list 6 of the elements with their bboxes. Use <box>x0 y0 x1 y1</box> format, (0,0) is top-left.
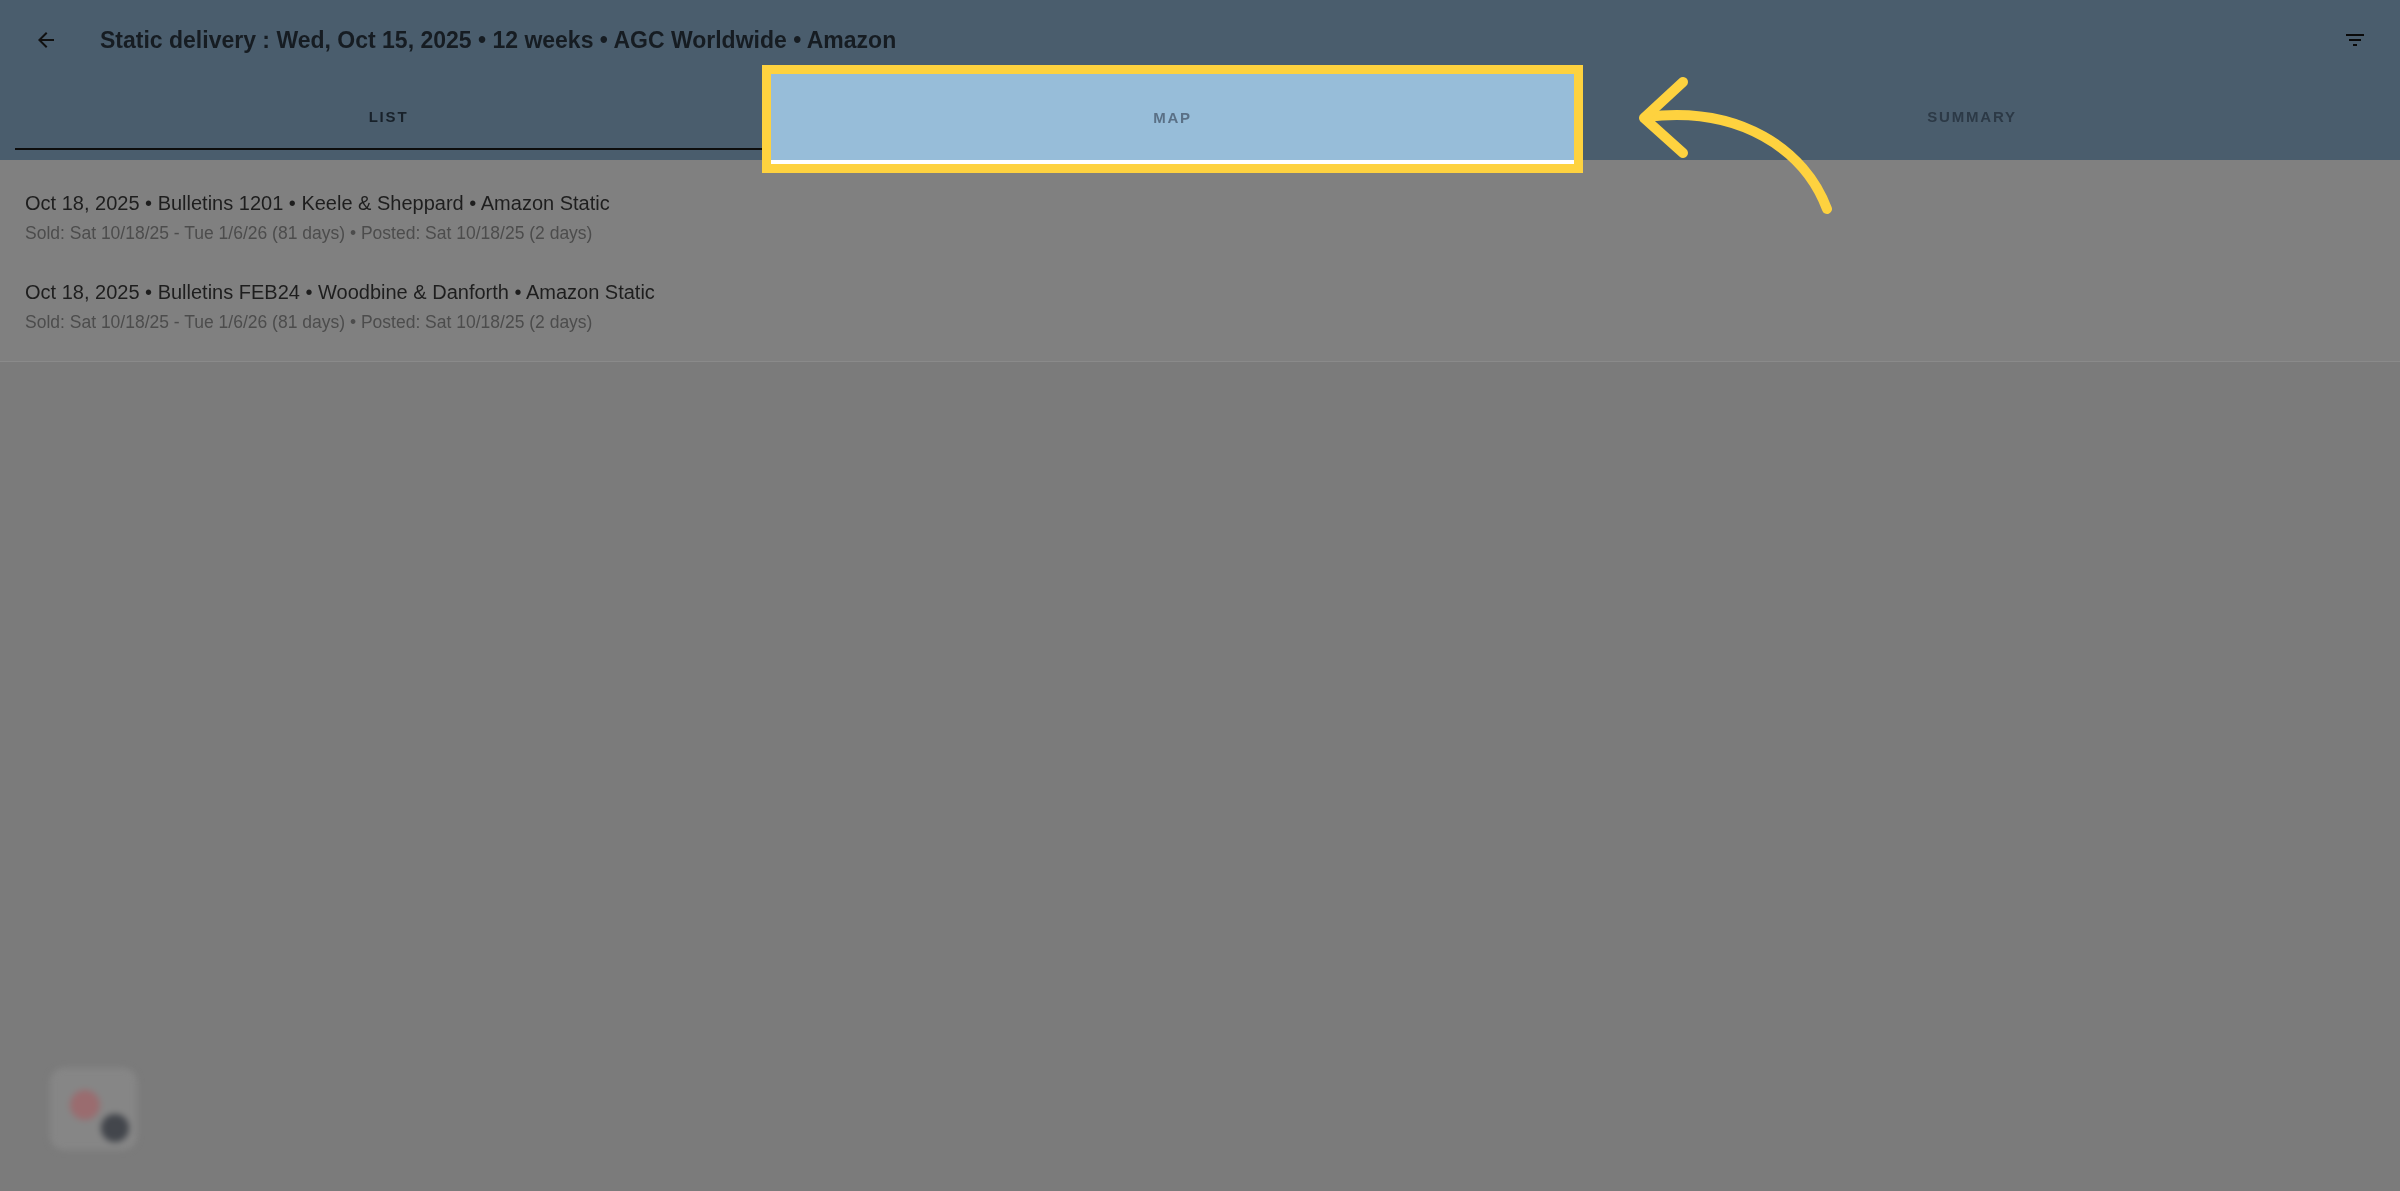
curved-arrow-icon <box>1638 76 1834 216</box>
row-title: Oct 18, 2025 • Bulletins 1201 • Keele & Sheppard • Amazon Static <box>25 191 610 216</box>
row-title: Oct 18, 2025 • Bulletins FEB24 • Woodbine & Danforth • Amazon Static <box>25 280 655 305</box>
page-title: Static delivery : Wed, Oct 15, 2025 • 12 weeks • AGC Worldwide • Amazon <box>100 25 897 55</box>
tab[interactable]: LIST <box>15 80 762 160</box>
tab[interactable]: MAP <box>771 74 1574 164</box>
